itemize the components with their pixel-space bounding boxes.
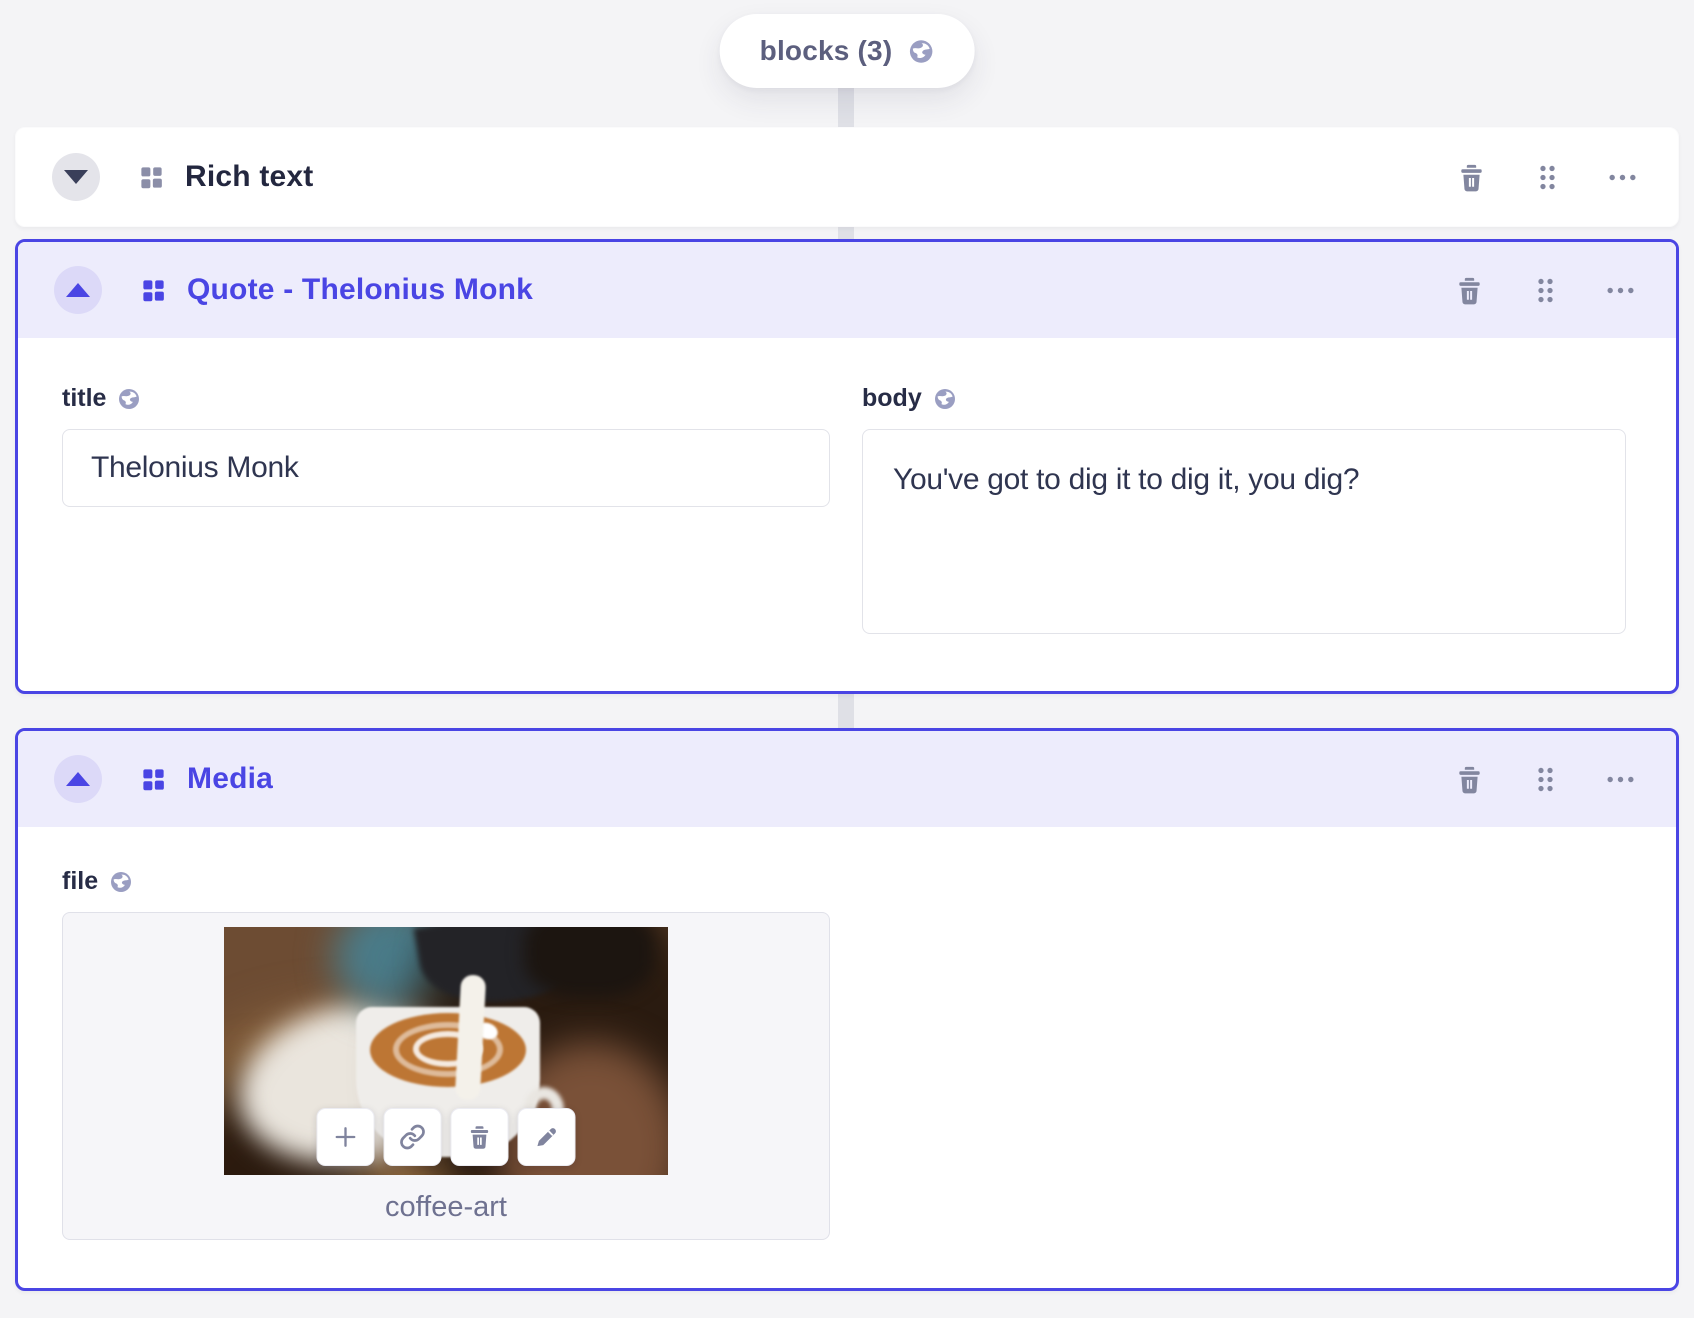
- delete-block-button[interactable]: [1453, 763, 1486, 796]
- delete-block-button[interactable]: [1455, 161, 1488, 194]
- globe-icon: [933, 387, 957, 411]
- collapse-toggle-button[interactable]: [54, 266, 102, 314]
- globe-icon: [907, 38, 934, 65]
- link-media-button[interactable]: [383, 1108, 442, 1166]
- field-label-text: title: [62, 384, 107, 412]
- block-rich-text-header: Rich text: [16, 128, 1678, 226]
- block-type-grid-icon: [140, 277, 167, 304]
- block-quote-content: title body You've got to dig it t: [18, 338, 1676, 691]
- title-field-label: title: [62, 384, 830, 413]
- block-media-content: file coffee-art: [18, 827, 1676, 1288]
- add-media-button[interactable]: [316, 1108, 375, 1166]
- block-title: Media: [187, 762, 274, 795]
- title-field: title: [62, 384, 830, 639]
- field-label-text: body: [862, 384, 922, 412]
- blocks-list: Rich text Quote - Thelonius Monk title T…: [15, 127, 1679, 1291]
- file-field-label: file: [62, 867, 1626, 896]
- block-quote: Quote - Thelonius Monk title Thelonius M…: [15, 239, 1679, 694]
- body-field: body You've got to dig it to dig it, you…: [862, 384, 1626, 639]
- globe-icon: [117, 387, 141, 411]
- body-field-label: body: [862, 384, 1626, 413]
- globe-icon: [109, 870, 133, 894]
- collapse-toggle-button[interactable]: [54, 755, 102, 803]
- title-input[interactable]: [62, 429, 830, 507]
- collapse-toggle-button[interactable]: [52, 153, 100, 201]
- block-type-grid-icon: [138, 164, 165, 191]
- block-title: Rich text: [185, 160, 314, 193]
- block-actions: [1453, 274, 1636, 307]
- more-options-button[interactable]: [1605, 764, 1636, 795]
- drag-handle[interactable]: [1530, 275, 1561, 306]
- block-actions: [1453, 763, 1636, 796]
- blocks-editor: blocks (3) Rich text Quote - Thelonius M…: [0, 0, 1694, 1318]
- media-actions-toolbar: [316, 1108, 576, 1166]
- block-title: Quote - Thelonius Monk: [187, 273, 534, 306]
- delete-block-button[interactable]: [1453, 274, 1486, 307]
- media-filename: coffee-art: [385, 1191, 507, 1223]
- delete-media-button[interactable]: [450, 1108, 509, 1166]
- chevron-up-icon: [66, 283, 90, 297]
- drag-handle[interactable]: [1530, 764, 1561, 795]
- more-options-button[interactable]: [1607, 162, 1638, 193]
- file-upload-card: coffee-art: [62, 912, 830, 1240]
- blocks-count-label: blocks (3): [759, 35, 893, 66]
- block-actions: [1455, 161, 1638, 194]
- block-media: Media file coffee-art: [15, 728, 1679, 1291]
- field-label-text: file: [62, 867, 99, 895]
- chevron-down-icon: [64, 170, 88, 184]
- block-quote-header: Quote - Thelonius Monk: [18, 242, 1676, 338]
- drag-handle[interactable]: [1532, 162, 1563, 193]
- block-media-header: Media: [18, 731, 1676, 827]
- body-textarea[interactable]: You've got to dig it to dig it, you dig?: [862, 429, 1626, 634]
- more-options-button[interactable]: [1605, 275, 1636, 306]
- block-rich-text: Rich text: [15, 127, 1679, 227]
- coffee-latte-image: [224, 927, 668, 1175]
- edit-media-button[interactable]: [517, 1108, 576, 1166]
- block-type-grid-icon: [140, 766, 167, 793]
- chevron-up-icon: [66, 772, 90, 786]
- blocks-count-pill: blocks (3): [719, 14, 975, 88]
